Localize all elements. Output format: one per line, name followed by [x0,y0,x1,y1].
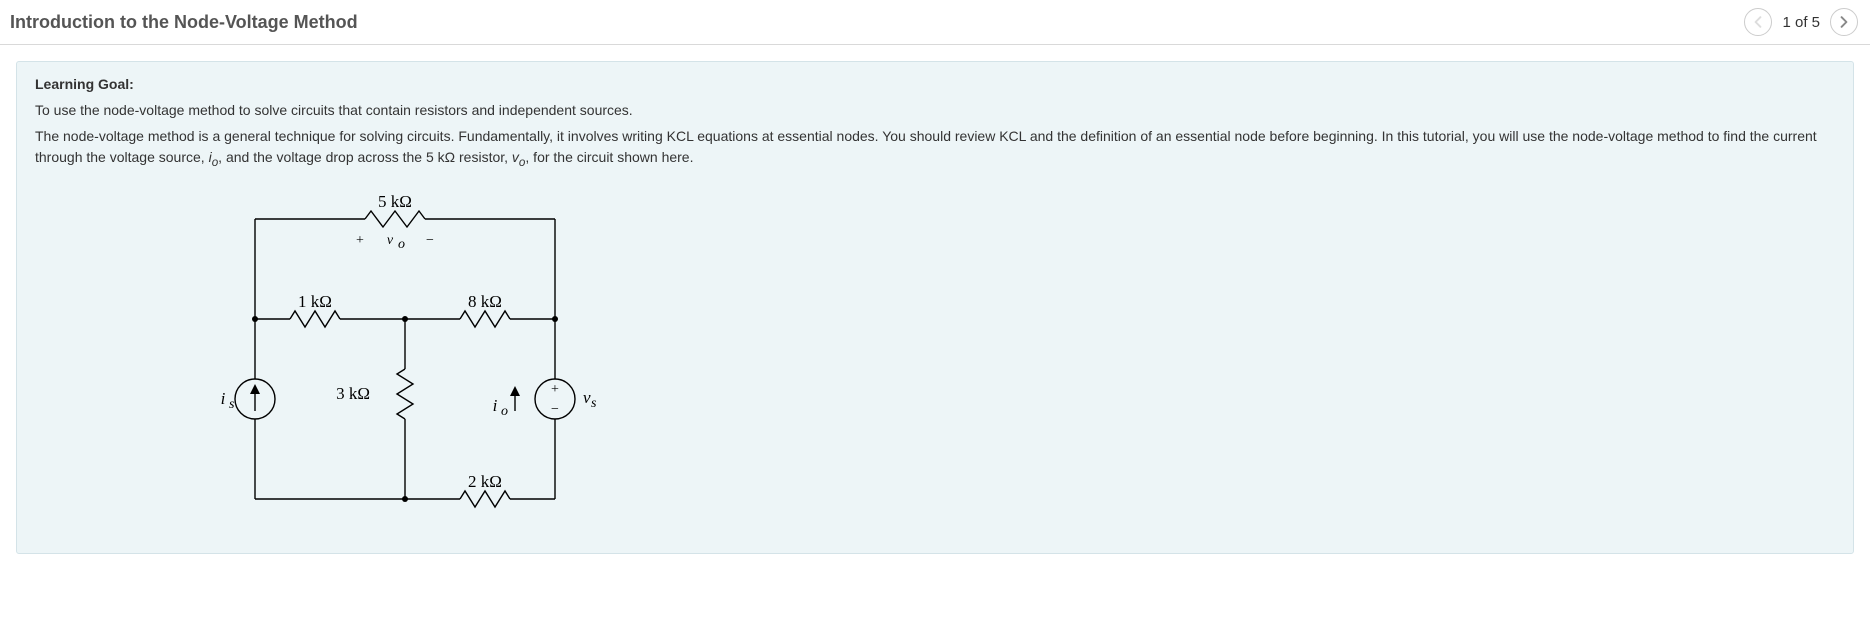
next-button[interactable] [1830,8,1858,36]
prev-button[interactable] [1744,8,1772,36]
io-sub: o [501,404,508,419]
body-text-c: resistor, [455,149,512,165]
r3-label: 3 kΩ [336,384,370,403]
vo-sym: v [387,233,394,248]
chevron-right-icon [1838,16,1850,28]
r8-label: 8 kΩ [468,292,502,311]
chevron-left-icon [1752,16,1764,28]
vs-sym: v [583,388,591,407]
learning-goal-body: The node-voltage method is a general tec… [35,126,1835,171]
var-vo-v: v [512,149,519,165]
body-unit: kΩ [438,149,455,165]
learning-goal-label: Learning Goal: [35,76,1835,92]
vs-minus: − [551,402,559,417]
page-nav: 1 of 5 [1744,8,1858,36]
vo-minus: − [426,233,434,248]
r2-label: 2 kΩ [468,472,502,491]
page-title: Introduction to the Node-Voltage Method [10,12,358,33]
body-text-b: , and the voltage drop across the 5 [218,149,437,165]
content-area: Learning Goal: To use the node-voltage m… [0,45,1870,570]
vo-sub: o [398,237,405,252]
learning-goal-intro: To use the node-voltage method to solve … [35,100,1835,120]
vs-plus: + [551,382,559,397]
vs-sub: s [591,396,597,411]
is-sub: s [229,397,235,412]
r1-label: 1 kΩ [298,292,332,311]
vo-plus: + [356,233,364,248]
circuit-diagram: 5 kΩ + v o − 1 kΩ 8 kΩ [195,189,1835,529]
body-text-d: , for the circuit shown here. [525,149,693,165]
is-sym: i [221,389,226,408]
r5-label: 5 kΩ [378,192,412,211]
page-header: Introduction to the Node-Voltage Method … [0,0,1870,45]
io-sym: i [493,396,498,415]
circuit-svg: 5 kΩ + v o − 1 kΩ 8 kΩ [195,189,635,529]
learning-goal-panel: Learning Goal: To use the node-voltage m… [16,61,1854,554]
page-counter: 1 of 5 [1782,14,1820,31]
